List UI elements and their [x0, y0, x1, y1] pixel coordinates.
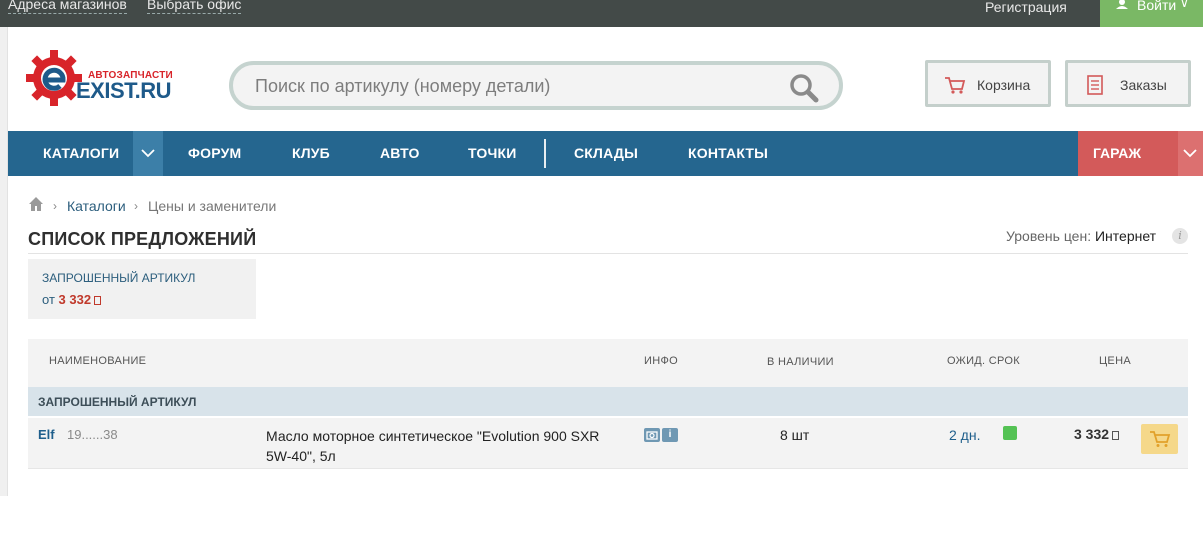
- home-icon[interactable]: [28, 196, 44, 212]
- currency-icon: [1112, 431, 1120, 440]
- garage-label: ГАРАЖ: [1093, 145, 1142, 161]
- price-level-value[interactable]: Интернет: [1095, 228, 1156, 244]
- nav-divider: [544, 139, 546, 168]
- page-frame: [0, 27, 8, 496]
- top-bar: Адреса магазинов Выбрать офис Регистраци…: [0, 0, 1203, 27]
- chevron-down-icon: [141, 149, 155, 158]
- catalogs-dropdown-toggle[interactable]: [133, 131, 163, 176]
- title-divider: [28, 253, 1188, 254]
- nav-item-club[interactable]: КЛУБ: [292, 145, 330, 161]
- add-to-cart-button[interactable]: [1141, 424, 1178, 454]
- main-nav: КАТАЛОГИ ФОРУМ КЛУБ АВТО ТОЧКИ СКЛАДЫ КО…: [8, 131, 1203, 176]
- garage-dropdown-toggle[interactable]: [1178, 131, 1203, 176]
- garage-button[interactable]: ГАРАЖ: [1078, 131, 1203, 176]
- currency-icon: [94, 296, 102, 305]
- chevron-down-icon: [1183, 149, 1197, 158]
- list-icon: [1087, 75, 1103, 95]
- login-label: Войти: [1137, 0, 1177, 13]
- price-level: Уровень цен: Интернет: [1006, 228, 1156, 244]
- row-stock: 8 шт: [780, 427, 810, 443]
- header-eta[interactable]: ОЖИД. СРОК: [947, 355, 1020, 367]
- nav-item-catalogs[interactable]: КАТАЛОГИ: [43, 145, 119, 161]
- chevron-down-icon: ∨: [1180, 0, 1189, 10]
- row-price-value: 3 332: [1074, 426, 1110, 442]
- header-name[interactable]: НАИМЕНОВАНИЕ: [49, 355, 146, 367]
- requested-article-price: от 3 332: [42, 292, 102, 307]
- group-label: ЗАПРОШЕННЫЙ АРТИКУЛ: [38, 395, 197, 409]
- breadcrumb-separator: ›: [53, 199, 57, 213]
- logo-text: EXIST.RU: [76, 78, 172, 103]
- breadcrumb-current: Цены и заменители: [148, 198, 277, 214]
- offers-table-header: НАИМЕНОВАНИЕ ИНФО В НАЛИЧИИ ОЖИД. СРОК Ц…: [28, 339, 1188, 387]
- price-level-label: Уровень цен:: [1006, 228, 1092, 244]
- requested-article-box[interactable]: ЗАПРОШЕННЫЙ АРТИКУЛ от 3 332: [28, 259, 256, 319]
- search-icon[interactable]: [789, 73, 819, 103]
- from-label: от: [42, 292, 55, 307]
- info-icon[interactable]: i: [662, 428, 678, 442]
- login-button[interactable]: Войти ∨: [1100, 0, 1203, 27]
- page-title: СПИСОК ПРЕДЛОЖЕНИЙ: [28, 229, 257, 249]
- header-stock[interactable]: В НАЛИЧИИ: [767, 356, 834, 368]
- orders-label: Заказы: [1120, 77, 1167, 93]
- row-code: 19......38: [67, 427, 118, 442]
- cart-button[interactable]: Корзина: [925, 60, 1051, 107]
- user-icon: [1116, 0, 1128, 9]
- office-link[interactable]: Выбрать офис: [147, 0, 242, 14]
- row-brand[interactable]: Elf: [38, 427, 55, 442]
- requested-article-title: ЗАПРОШЕННЫЙ АРТИКУЛ: [42, 271, 196, 285]
- nav-item-points[interactable]: ТОЧКИ: [468, 145, 517, 161]
- header-info: ИНФО: [644, 355, 678, 367]
- header-price[interactable]: ЦЕНА: [1099, 355, 1131, 367]
- breadcrumb-separator: ›: [134, 199, 138, 213]
- group-requested-article: ЗАПРОШЕННЫЙ АРТИКУЛ: [28, 387, 1188, 416]
- cart-label: Корзина: [977, 77, 1031, 93]
- register-link[interactable]: Регистрация: [985, 0, 1067, 15]
- nav-item-forum[interactable]: ФОРУМ: [188, 145, 241, 161]
- row-price: 3 332: [1074, 426, 1120, 442]
- stores-link[interactable]: Адреса магазинов: [8, 0, 127, 14]
- search-input[interactable]: Поиск по артикулу (номеру детали): [255, 76, 550, 97]
- breadcrumb-catalogs[interactable]: Каталоги: [67, 198, 126, 214]
- from-price: 3 332: [58, 292, 92, 307]
- availability-status-icon: [1003, 426, 1017, 440]
- logo[interactable]: АВТОЗАПЧАСТИ EXIST.RU: [26, 50, 176, 110]
- nav-item-auto[interactable]: АВТО: [380, 145, 420, 161]
- orders-button[interactable]: Заказы: [1065, 60, 1191, 107]
- table-row: Elf 19......38 Масло моторное синтетичес…: [28, 418, 1188, 469]
- cart-icon: [1150, 431, 1171, 447]
- nav-item-contacts[interactable]: КОНТАКТЫ: [688, 145, 768, 161]
- search-box[interactable]: Поиск по артикулу (номеру детали): [229, 61, 843, 110]
- gear-logo-icon: [26, 50, 82, 106]
- info-icon[interactable]: i: [1172, 228, 1188, 244]
- nav-item-warehouses[interactable]: СКЛАДЫ: [574, 145, 638, 161]
- row-eta[interactable]: 2 дн.: [949, 427, 980, 443]
- photo-icon[interactable]: [644, 428, 660, 442]
- row-name: Масло моторное синтетическое "Evolution …: [266, 428, 600, 464]
- cart-icon: [945, 77, 966, 94]
